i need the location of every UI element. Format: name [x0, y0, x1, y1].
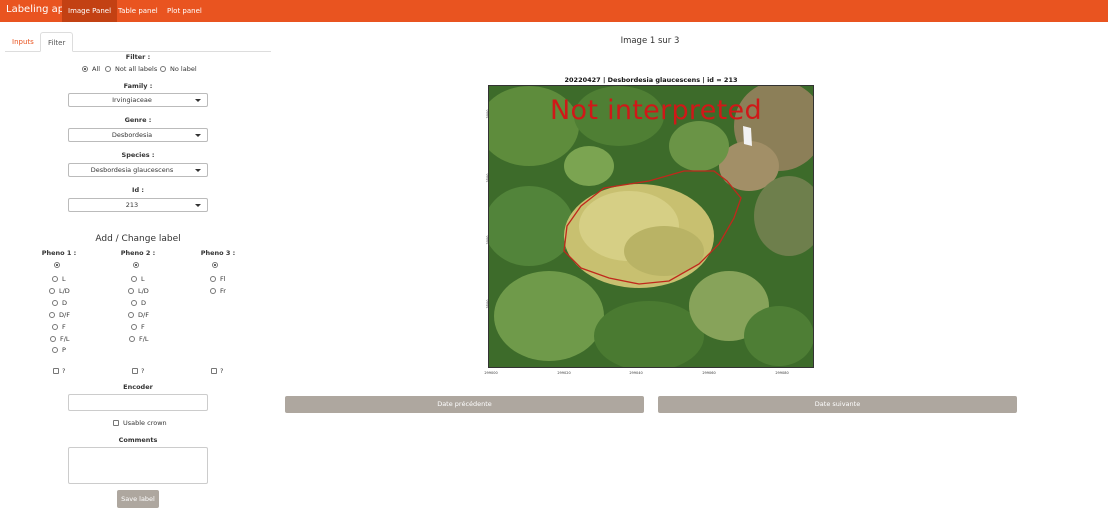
species-select[interactable]: Desbordesia glaucescens: [68, 163, 208, 177]
pheno2-unsure-checkbox[interactable]: [132, 368, 138, 374]
family-select[interactable]: Irvingiaceae: [68, 93, 208, 107]
chevron-down-icon: [195, 169, 201, 172]
species-label: Species :: [121, 151, 155, 159]
pheno2-option-d: D: [141, 299, 147, 307]
nav-image-panel[interactable]: Image Panel: [62, 0, 118, 22]
next-date-button[interactable]: Date suivante: [658, 396, 1017, 413]
pheno2-option-l: L: [141, 275, 145, 283]
id-label: Id :: [132, 186, 144, 194]
nav-table-panel[interactable]: Table panel: [112, 0, 164, 22]
pheno1-label: Pheno 1 :: [41, 249, 77, 257]
tab-filter[interactable]: Filter: [40, 32, 74, 52]
tab-inputs[interactable]: Inputs: [5, 32, 41, 52]
encoder-label: Encoder: [123, 383, 153, 391]
pheno1-radio-f[interactable]: [52, 324, 58, 330]
pheno2-option-f: F: [141, 323, 145, 331]
sidebar-tabs: Inputs Filter: [5, 32, 271, 52]
chevron-down-icon: [195, 204, 201, 207]
genre-label: Genre :: [124, 116, 152, 124]
genre-select-value: Desbordesia: [111, 131, 153, 139]
encoder-input[interactable]: [68, 394, 208, 411]
pheno3-option-fl: Fl: [220, 275, 226, 283]
canopy-image: [489, 86, 813, 367]
id-select[interactable]: 213: [68, 198, 208, 212]
pheno2-radio-f[interactable]: [131, 324, 137, 330]
pheno3-label: Pheno 3 :: [200, 249, 236, 257]
image-counter: Image 1 sur 3: [620, 36, 680, 46]
pheno2-radio-l[interactable]: [131, 276, 137, 282]
pheno1-radio-l[interactable]: [52, 276, 58, 282]
pheno1-unsure-label: ?: [62, 367, 66, 375]
x-tick-1: 299000: [484, 371, 498, 375]
pheno1-option-l-d: L/D: [59, 287, 70, 295]
comments-textarea[interactable]: [68, 447, 208, 484]
x-tick-4: 299060: [702, 371, 716, 375]
pheno1-option-p: P: [62, 346, 66, 354]
x-tick-2: 299020: [557, 371, 571, 375]
pheno2-option-f-l: F/L: [139, 335, 149, 343]
pheno3-radio-fl[interactable]: [210, 276, 216, 282]
x-tick-5: 299080: [775, 371, 789, 375]
pheno1-radio-d[interactable]: [52, 300, 58, 306]
filter-option-no-label: No label: [170, 65, 197, 73]
family-select-value: Irvingiaceae: [112, 96, 152, 104]
app-brand[interactable]: Labeling app: [6, 4, 70, 15]
pheno2-radio-none[interactable]: [133, 262, 139, 268]
pheno1-radio-f-l[interactable]: [50, 336, 56, 342]
not-interpreted-stamp: Not interpreted: [550, 95, 762, 126]
pheno2-radio-d[interactable]: [131, 300, 137, 306]
pheno2-radio-l-d[interactable]: [128, 288, 134, 294]
pheno2-option-l-d: L/D: [138, 287, 149, 295]
usable-crown-label: Usable crown: [123, 419, 167, 427]
y-tick-1: 3000: [486, 109, 490, 119]
chevron-down-icon: [195, 99, 201, 102]
pheno2-radio-f-l[interactable]: [129, 336, 135, 342]
pheno1-option-d: D: [62, 299, 68, 307]
y-tick-4: 3500: [486, 299, 490, 309]
y-tick-2: 3500: [486, 173, 490, 183]
label-section-title: Add / Change label: [95, 234, 181, 244]
pheno3-unsure-checkbox[interactable]: [211, 368, 217, 374]
y-tick-3: 3000: [486, 235, 490, 245]
pheno3-unsure-label: ?: [220, 367, 224, 375]
species-select-value: Desbordesia glaucescens: [90, 166, 174, 174]
pheno1-radio-l-d[interactable]: [49, 288, 55, 294]
filter-option-not-all-labels: Not all labels: [115, 65, 158, 73]
nav-plot-panel[interactable]: Plot panel: [161, 0, 208, 22]
pheno1-option-f-l: F/L: [60, 335, 70, 343]
family-label: Family :: [123, 82, 153, 90]
pheno3-radio-none[interactable]: [212, 262, 218, 268]
filter-label: Filter :: [125, 53, 151, 61]
pheno2-radio-d-f[interactable]: [128, 312, 134, 318]
aerial-image: Not interpreted: [488, 85, 814, 368]
pheno1-unsure-checkbox[interactable]: [53, 368, 59, 374]
genre-select[interactable]: Desbordesia: [68, 128, 208, 142]
comments-label: Comments: [118, 436, 158, 444]
pheno1-option-f: F: [62, 323, 66, 331]
pheno1-radio-p[interactable]: [52, 347, 58, 353]
pheno3-option-fr: Fr: [220, 287, 226, 295]
filter-radio-no-label[interactable]: [160, 66, 166, 72]
id-select-value: 213: [125, 201, 139, 209]
x-tick-3: 299040: [629, 371, 643, 375]
pheno3-radio-fr[interactable]: [210, 288, 216, 294]
pheno2-option-d-f: D/F: [138, 311, 149, 319]
navbar: Labeling app Image Panel Table panel Plo…: [0, 0, 1108, 22]
filter-radio-all[interactable]: [82, 66, 88, 72]
filter-option-all: All: [92, 65, 101, 73]
pheno1-option-l: L: [62, 275, 66, 283]
plot-title: 20220427 | Desbordesia glaucescens | id …: [564, 76, 738, 84]
pheno2-unsure-label: ?: [141, 367, 145, 375]
pheno2-label: Pheno 2 :: [120, 249, 156, 257]
usable-crown-checkbox[interactable]: [113, 420, 119, 426]
pheno1-radio-none[interactable]: [54, 262, 60, 268]
previous-date-button[interactable]: Date précédente: [285, 396, 644, 413]
pheno1-option-d-f: D/F: [59, 311, 70, 319]
pheno1-radio-d-f[interactable]: [49, 312, 55, 318]
filter-radio-not-all-labels[interactable]: [105, 66, 111, 72]
save-label-button[interactable]: Save label: [117, 490, 159, 508]
chevron-down-icon: [195, 134, 201, 137]
